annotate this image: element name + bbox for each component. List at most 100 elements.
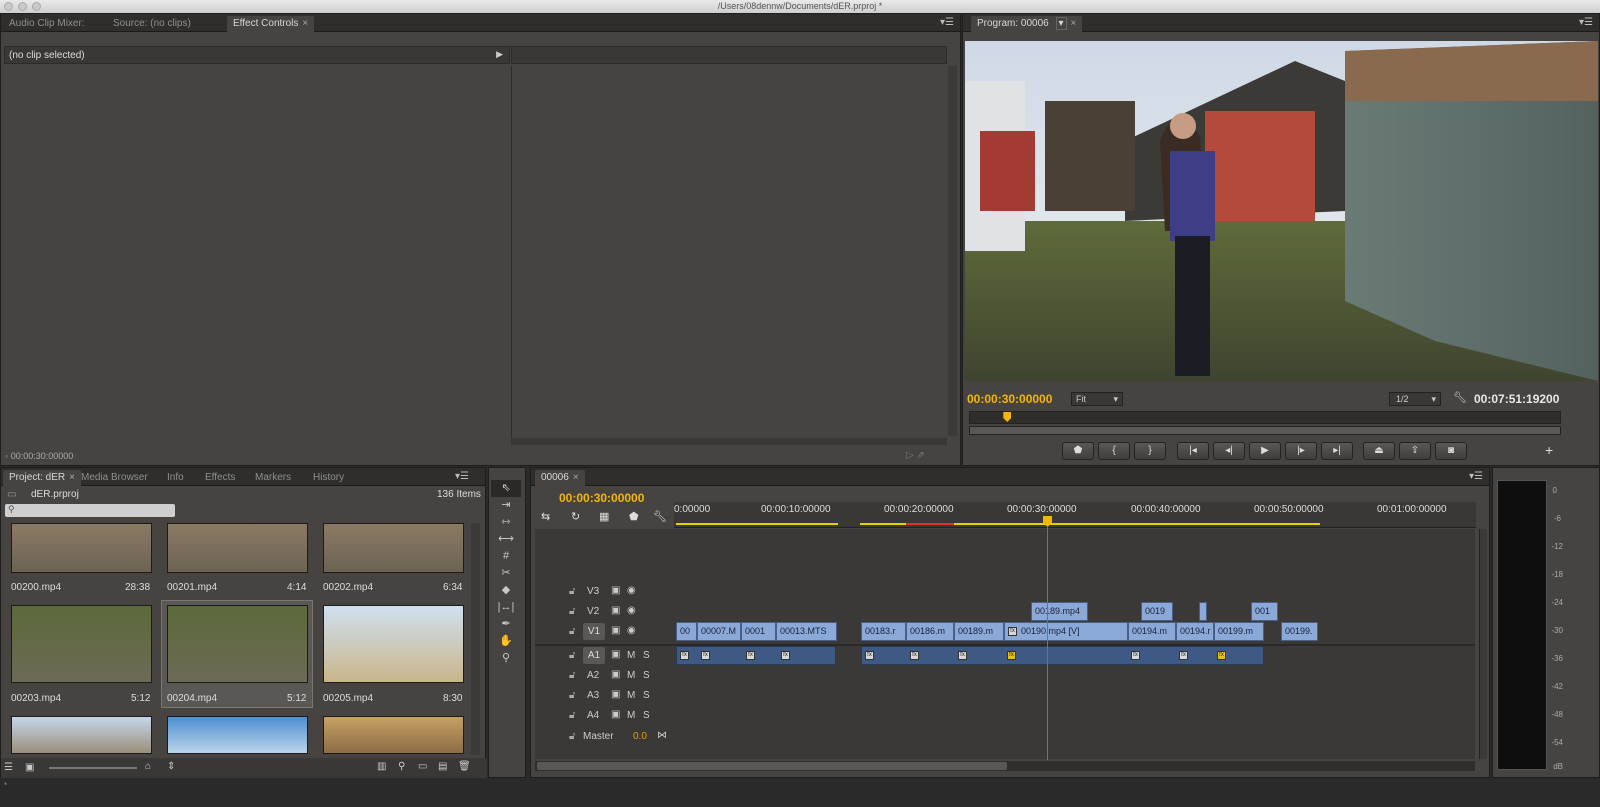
panel-menu-icon[interactable]: ▾☰ xyxy=(455,471,469,482)
master-volume[interactable]: 0.0 xyxy=(633,731,647,742)
tab-source[interactable]: Source: (no clips) xyxy=(107,16,197,32)
track-label[interactable]: V1 xyxy=(583,623,605,640)
film-icon[interactable]: ▣ xyxy=(611,669,620,680)
lock-icon[interactable]: 🔓︎ xyxy=(569,650,575,661)
new-item-icon[interactable]: ▤ xyxy=(438,761,447,772)
extract-button[interactable]: ⇪ xyxy=(1399,442,1431,460)
timeline-clip-video[interactable]: 001 xyxy=(1251,602,1278,621)
tab-media-browser[interactable]: Media Browser xyxy=(75,470,154,486)
timeline-clip-video[interactable]: 00194.r xyxy=(1176,622,1214,641)
timeline-timecode[interactable]: 00:00:30:00000 xyxy=(559,491,644,505)
wrench-icon[interactable]: 🔧︎ xyxy=(653,510,667,523)
program-playhead[interactable] xyxy=(1003,412,1012,422)
zoom-slider[interactable] xyxy=(49,767,137,769)
timeline-clip-video[interactable]: 00194.m xyxy=(1128,622,1176,641)
tab-project[interactable]: Project: dER × xyxy=(3,470,81,486)
bin-icon[interactable]: ▥ xyxy=(377,761,386,772)
project-scrollbar[interactable] xyxy=(471,523,480,755)
panel-menu-icon[interactable]: ▾☰ xyxy=(940,17,954,28)
panel-menu-icon[interactable]: ▾☰ xyxy=(1469,471,1483,482)
track-label[interactable]: A2 xyxy=(587,670,599,681)
timeline-hscroll-thumb[interactable] xyxy=(537,762,1007,770)
tab-program[interactable]: Program: 00006 ▾ × xyxy=(971,16,1083,32)
go-to-in-button[interactable]: |◂ xyxy=(1177,442,1209,460)
minimize-window-icon[interactable] xyxy=(18,2,27,11)
sort-icon[interactable]: ⌂ xyxy=(145,761,151,772)
lock-icon[interactable]: 🔓︎ xyxy=(569,670,575,681)
track-select-tool-icon[interactable]: ⇥ xyxy=(491,497,521,514)
lock-icon[interactable]: 🔓︎ xyxy=(569,710,575,721)
timeline-clip-video[interactable]: 00199.m xyxy=(1214,622,1264,641)
panel-menu-icon[interactable]: ▾☰ xyxy=(1579,17,1593,28)
hand-tool-icon[interactable]: ✋ xyxy=(491,633,521,650)
snap-icon[interactable]: ⇆ xyxy=(541,510,550,523)
tab-sequence[interactable]: 00006 × xyxy=(535,470,585,486)
slide-tool-icon[interactable]: |↔| xyxy=(491,599,521,616)
lock-icon[interactable]: 🔓︎ xyxy=(569,606,575,617)
timeline-clip-video[interactable]: 0001 xyxy=(741,622,776,641)
timeline-clip-video[interactable]: 0019 xyxy=(1141,602,1173,621)
zoom-window-icon[interactable] xyxy=(32,2,41,11)
tab-markers[interactable]: Markers xyxy=(249,470,297,486)
zoom-tool-icon[interactable]: ⚲ xyxy=(491,650,521,667)
mark-out-button[interactable]: } xyxy=(1134,442,1166,460)
find-icon[interactable]: ⚲ xyxy=(398,761,405,772)
timeline-clip-audio[interactable]: fx fx fx fx fx fx fx xyxy=(861,646,1264,665)
clip-thumbnail[interactable] xyxy=(167,716,308,754)
film-icon[interactable]: ▣ xyxy=(611,689,620,700)
selection-tool-icon[interactable]: ⇖ xyxy=(491,480,521,497)
program-time-ruler[interactable] xyxy=(969,411,1561,424)
export-frame-button[interactable]: ◙ xyxy=(1435,442,1467,460)
timeline-clip-video[interactable]: 00183.r xyxy=(861,622,906,641)
clip-thumbnail[interactable] xyxy=(323,716,464,754)
timeline-clip-video[interactable]: 00189.mp4 xyxy=(1031,602,1088,621)
step-forward-button[interactable]: |▸ xyxy=(1285,442,1317,460)
resolution-dropdown[interactable]: 1/2 ▾ xyxy=(1389,392,1441,406)
solo-button[interactable]: S xyxy=(643,690,650,701)
lift-button[interactable]: ⏏ xyxy=(1363,442,1395,460)
close-tab-icon[interactable]: × xyxy=(302,18,308,29)
track-label[interactable]: A3 xyxy=(587,690,599,701)
export-icon[interactable]: ▷ ⇗ xyxy=(906,450,925,461)
tab-audio-clip-mixer[interactable]: Audio Clip Mixer: xyxy=(3,16,91,32)
mark-in-button[interactable]: { xyxy=(1098,442,1130,460)
lock-icon[interactable]: 🔓︎ xyxy=(569,731,575,742)
fit-dropdown[interactable]: Fit ▾ xyxy=(1071,392,1123,406)
clip-thumbnail[interactable] xyxy=(167,523,308,573)
mute-button[interactable]: M xyxy=(627,690,635,701)
linked-selection-icon[interactable]: ↻ xyxy=(571,510,580,523)
timeline-clip-video[interactable]: 00013.MTS xyxy=(776,622,837,641)
timeline-hscroll-track[interactable] xyxy=(535,761,1475,771)
add-marker-icon[interactable]: ▦ xyxy=(599,510,609,523)
lock-icon[interactable]: 🔓︎ xyxy=(569,690,575,701)
track-label[interactable]: A1 xyxy=(583,647,605,664)
rolling-edit-tool-icon[interactable]: ⟷ xyxy=(491,531,521,548)
track-label[interactable]: A4 xyxy=(587,710,599,721)
tab-effect-controls[interactable]: Effect Controls × xyxy=(227,16,315,32)
wrench-icon[interactable]: 🔧︎ xyxy=(1453,391,1467,404)
lock-icon[interactable]: 🔓︎ xyxy=(569,626,575,637)
ripple-edit-tool-icon[interactable]: ⇿ xyxy=(491,514,521,531)
search-input[interactable]: ⚲ xyxy=(5,504,175,517)
timeline-clip-video[interactable] xyxy=(1199,602,1207,621)
film-icon[interactable]: ▣ xyxy=(611,649,620,660)
slip-tool-icon[interactable]: ◆ xyxy=(491,582,521,599)
bowtie-icon[interactable]: ⋈ xyxy=(657,730,667,741)
tab-history[interactable]: History xyxy=(307,470,350,486)
film-icon[interactable]: ▣ xyxy=(611,585,620,596)
trash-icon[interactable]: 🗑︎ xyxy=(458,761,471,772)
step-back-button[interactable]: ◂| xyxy=(1213,442,1245,460)
vertical-scrollbar[interactable] xyxy=(948,66,957,436)
mute-button[interactable]: M xyxy=(627,650,635,661)
timeline-vscrollbar[interactable] xyxy=(1479,529,1487,759)
timeline-clip-video[interactable]: 00199. xyxy=(1281,622,1318,641)
lock-icon[interactable]: 🔓︎ xyxy=(569,586,575,597)
timeline-clip-video[interactable]: 00189.m xyxy=(954,622,1004,641)
go-to-out-button[interactable]: ▸| xyxy=(1321,442,1353,460)
mute-button[interactable]: M xyxy=(627,670,635,681)
clip-thumbnail[interactable] xyxy=(323,523,464,573)
tab-effects[interactable]: Effects xyxy=(199,470,241,486)
close-tab-icon[interactable]: × xyxy=(573,472,579,483)
new-bin-icon[interactable]: ▭ xyxy=(418,761,427,772)
chevron-down-icon[interactable]: ▾ xyxy=(1055,17,1067,30)
